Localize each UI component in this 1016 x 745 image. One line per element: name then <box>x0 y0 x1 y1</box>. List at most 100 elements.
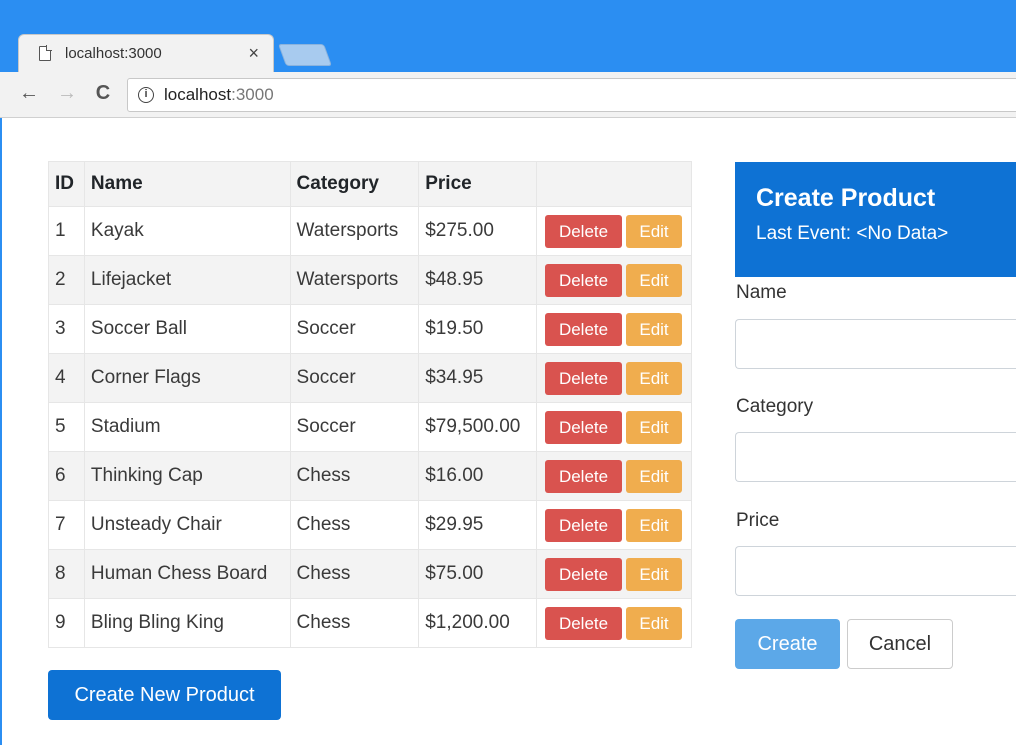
cell-name: Stadium <box>83 402 291 452</box>
create-button[interactable]: Create <box>735 619 840 669</box>
back-arrow-icon[interactable]: ← <box>16 82 42 105</box>
cell-actions: Delete Edit <box>536 549 692 599</box>
delete-button[interactable]: Delete <box>545 312 623 346</box>
url-host: localhost <box>164 85 232 104</box>
cell-price: $79,500.00 <box>418 402 538 452</box>
cell-category: Soccer <box>289 353 420 403</box>
header-id: ID <box>48 161 85 207</box>
close-tab-icon[interactable]: × <box>248 43 259 64</box>
cancel-button[interactable]: Cancel <box>847 619 953 669</box>
delete-button[interactable]: Delete <box>545 214 623 248</box>
cell-price: $19.50 <box>418 304 538 354</box>
header-price: Price <box>418 161 538 207</box>
tab-title: localhost:3000 <box>65 45 162 62</box>
panel-title: Create Product <box>756 184 936 212</box>
edit-button[interactable]: Edit <box>626 459 683 493</box>
header-name: Name <box>83 161 291 207</box>
header-category: Category <box>289 161 420 207</box>
cell-category: Soccer <box>289 304 420 354</box>
delete-button[interactable]: Delete <box>545 361 623 395</box>
cell-id: 3 <box>48 304 85 354</box>
cell-category: Chess <box>289 549 420 599</box>
create-new-product-button[interactable]: Create New Product <box>48 670 281 720</box>
delete-button[interactable]: Delete <box>545 410 623 444</box>
cell-name: Bling Bling King <box>83 598 291 648</box>
cell-price: $1,200.00 <box>418 598 538 648</box>
forward-arrow-icon[interactable]: → <box>54 82 80 105</box>
cell-name: Thinking Cap <box>83 451 291 501</box>
cell-price: $75.00 <box>418 549 538 599</box>
edit-button[interactable]: Edit <box>626 557 683 591</box>
table-row: 5 Stadium Soccer $79,500.00 Delete Edit <box>48 402 692 452</box>
edit-button[interactable]: Edit <box>626 508 683 542</box>
category-field[interactable] <box>735 432 1016 482</box>
delete-button[interactable]: Delete <box>545 606 623 640</box>
table-row: 8 Human Chess Board Chess $75.00 Delete E… <box>48 549 692 599</box>
info-icon[interactable]: i <box>138 87 154 103</box>
cell-price: $29.95 <box>418 500 538 550</box>
cell-id: 5 <box>48 402 85 452</box>
cell-id: 8 <box>48 549 85 599</box>
cell-category: Chess <box>289 451 420 501</box>
cell-price: $48.95 <box>418 255 538 305</box>
cell-name: Soccer Ball <box>83 304 291 354</box>
edit-button[interactable]: Edit <box>626 214 683 248</box>
cell-actions: Delete Edit <box>536 206 692 256</box>
table-row: 4 Corner Flags Soccer $34.95 Delete Edit <box>48 353 692 403</box>
category-label: Category <box>736 396 814 417</box>
cell-actions: Delete Edit <box>536 451 692 501</box>
cell-actions: Delete Edit <box>536 255 692 305</box>
create-product-header: Create Product Last Event: <No Data> <box>735 162 1016 277</box>
cell-name: Unsteady Chair <box>83 500 291 550</box>
edit-button[interactable]: Edit <box>626 410 683 444</box>
delete-button[interactable]: Delete <box>545 263 623 297</box>
table-header-row: ID Name Category Price <box>48 161 692 207</box>
cell-price: $34.95 <box>418 353 538 403</box>
cell-category: Chess <box>289 598 420 648</box>
page-icon <box>39 45 52 61</box>
cell-id: 4 <box>48 353 85 403</box>
cell-category: Watersports <box>289 206 420 256</box>
table-row: 9 Bling Bling King Chess $1,200.00 Delet… <box>48 598 692 648</box>
cell-actions: Delete Edit <box>536 304 692 354</box>
delete-button[interactable]: Delete <box>545 459 623 493</box>
table-row: 3 Soccer Ball Soccer $19.50 Delete Edit <box>48 304 692 354</box>
cell-id: 2 <box>48 255 85 305</box>
cell-id: 1 <box>48 206 85 256</box>
edit-button[interactable]: Edit <box>626 263 683 297</box>
new-tab-button[interactable] <box>277 44 333 66</box>
cell-id: 7 <box>48 500 85 550</box>
table-row: 1 Kayak Watersports $275.00 Delete Edit <box>48 206 692 256</box>
cell-name: Lifejacket <box>83 255 291 305</box>
edit-button[interactable]: Edit <box>626 361 683 395</box>
cell-category: Soccer <box>289 402 420 452</box>
price-field[interactable] <box>735 546 1016 596</box>
table-row: 2 Lifejacket Watersports $48.95 Delete Ed… <box>48 255 692 305</box>
delete-button[interactable]: Delete <box>545 557 623 591</box>
url-port: :3000 <box>231 85 274 104</box>
products-table: ID Name Category Price 1 Kayak Waterspor… <box>48 161 692 648</box>
cell-actions: Delete Edit <box>536 500 692 550</box>
reload-icon[interactable]: C <box>90 82 116 105</box>
name-field[interactable] <box>735 319 1016 369</box>
cell-name: Corner Flags <box>83 353 291 403</box>
cell-id: 9 <box>48 598 85 648</box>
cell-price: $275.00 <box>418 206 538 256</box>
cell-actions: Delete Edit <box>536 402 692 452</box>
cell-name: Human Chess Board <box>83 549 291 599</box>
last-event-status: Last Event: <No Data> <box>756 223 949 244</box>
address-bar[interactable]: i localhost:3000 <box>127 78 1016 112</box>
cell-name: Kayak <box>83 206 291 256</box>
cell-actions: Delete Edit <box>536 598 692 648</box>
window-left-edge <box>0 118 2 745</box>
delete-button[interactable]: Delete <box>545 508 623 542</box>
edit-button[interactable]: Edit <box>626 312 683 346</box>
browser-tab[interactable]: localhost:3000 × <box>18 34 274 72</box>
browser-toolbar: ← → C i localhost:3000 <box>0 72 1016 118</box>
cell-category: Chess <box>289 500 420 550</box>
table-row: 7 Unsteady Chair Chess $29.95 Delete Edit <box>48 500 692 550</box>
edit-button[interactable]: Edit <box>626 606 683 640</box>
cell-category: Watersports <box>289 255 420 305</box>
cell-actions: Delete Edit <box>536 353 692 403</box>
name-label: Name <box>736 282 787 303</box>
